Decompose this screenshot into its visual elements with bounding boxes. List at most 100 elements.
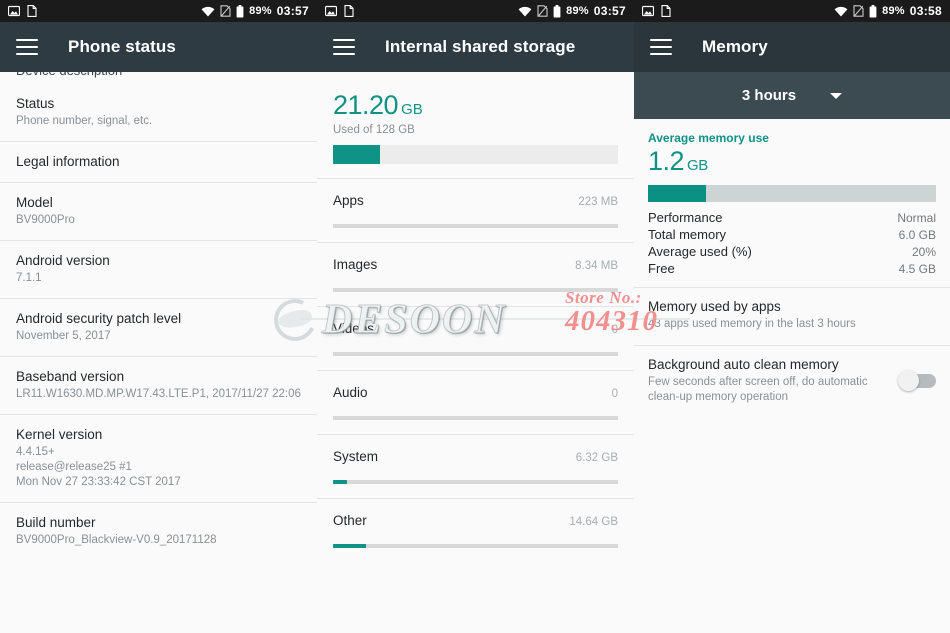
settings-row[interactable]: Model BV9000Pro: [0, 182, 317, 240]
image-icon: [642, 5, 654, 17]
storage-used-value: 21.20 GB: [333, 90, 423, 120]
settings-row-title: Status: [16, 96, 55, 111]
memory-used-by-apps-sub: 43 apps used memory in the last 3 hours: [648, 318, 856, 330]
storage-category-value: 6.32 GB: [575, 452, 618, 464]
document-icon: [344, 5, 354, 17]
document-icon: [27, 5, 37, 17]
battery-percent: 89%: [566, 5, 589, 17]
settings-row[interactable]: Android version 7.1.1: [0, 240, 317, 298]
chevron-down-icon: [830, 92, 843, 99]
phone-status-list: Status Phone number, signal, etc. Legal in…: [0, 84, 317, 560]
settings-row-subtitle: 7.1.1: [16, 272, 42, 284]
status-bar-right-icons: 89% 03:57: [518, 4, 626, 18]
settings-row-subtitle: 4.4.15+ release@release25 #1 Mon Nov 27 …: [16, 446, 181, 488]
app-bar: Memory: [634, 22, 950, 72]
settings-row-title: Build number: [16, 515, 96, 530]
panel-phone-status: 89% 03:57 Phone status Device descriptio…: [0, 0, 317, 633]
memory-stat-row: Free 4.5 GB: [648, 260, 936, 277]
clock: 03:57: [593, 4, 626, 18]
storage-category-progress-bar: [333, 416, 618, 420]
settings-row[interactable]: Legal information: [0, 141, 317, 182]
clipped-previous-item: Device description: [0, 72, 317, 84]
memory-used-by-apps-row[interactable]: Memory used by apps 43 apps used memory …: [634, 287, 950, 345]
battery-percent: 89%: [882, 5, 905, 17]
auto-clean-title: Background auto clean memory: [648, 357, 839, 372]
storage-category-row[interactable]: Other 14.64 GB: [317, 498, 634, 548]
settings-row-subtitle: BV9000Pro: [16, 214, 75, 226]
storage-category-progress-bar: [333, 480, 618, 484]
app-bar: Phone status: [0, 22, 317, 72]
battery-icon: [553, 4, 561, 18]
storage-category-name: Apps: [333, 193, 364, 208]
settings-row-subtitle: LR11.W1630.MD.MP.W17.43.LTE.P1, 2017/11/…: [16, 388, 301, 400]
storage-category-value: 0: [611, 388, 618, 400]
storage-category-name: System: [333, 449, 379, 464]
storage-category-name: Audio: [333, 385, 368, 400]
document-icon: [661, 5, 671, 17]
clock: 03:57: [276, 4, 309, 18]
hamburger-menu-icon[interactable]: [333, 39, 355, 55]
settings-row[interactable]: Kernel version 4.4.15+ release@release25 …: [0, 414, 317, 502]
memory-stat-value: 20%: [911, 245, 936, 259]
page-title: Memory: [702, 37, 768, 56]
status-bar: 89% 03:57: [0, 0, 317, 22]
storage-category-row[interactable]: Apps 223 MB: [317, 178, 634, 228]
settings-row-title: Legal information: [16, 154, 120, 169]
memory-stat-value: 6.0 GB: [898, 228, 936, 242]
time-range-label: 3 hours: [741, 87, 797, 104]
settings-row[interactable]: Android security patch level November 5, …: [0, 298, 317, 356]
status-bar-right-icons: 89% 03:57: [201, 4, 309, 18]
settings-row-title: Android security patch level: [16, 311, 182, 326]
background-auto-clean-row[interactable]: Background auto clean memory Few seconds…: [634, 345, 950, 418]
wifi-icon: [201, 6, 215, 17]
status-bar: 89% 03:57: [317, 0, 634, 22]
no-sim-icon: [537, 5, 548, 17]
auto-clean-toggle[interactable]: [898, 370, 936, 391]
wifi-icon: [518, 6, 532, 17]
memory-stat-value: Normal: [897, 211, 936, 225]
storage-category-row[interactable]: Images 8.34 MB: [317, 242, 634, 292]
memory-stat-key: Performance: [648, 210, 723, 225]
image-icon: [325, 5, 337, 17]
settings-row[interactable]: Baseband version LR11.W1630.MD.MP.W17.43.…: [0, 356, 317, 414]
settings-row-title: Model: [16, 195, 53, 210]
settings-row[interactable]: Status Phone number, signal, etc.: [0, 84, 317, 141]
memory-stat-key: Free: [648, 261, 675, 276]
storage-category-name: Other: [333, 513, 367, 528]
battery-icon: [236, 4, 244, 18]
storage-category-value: 0: [611, 324, 618, 336]
settings-row-subtitle: November 5, 2017: [16, 330, 111, 342]
time-range-spinner[interactable]: 3 hours: [634, 72, 950, 119]
settings-row-title: Android version: [16, 253, 110, 268]
no-sim-icon: [853, 5, 864, 17]
memory-body: Average memory use 1.2 GB Performance Norm…: [634, 119, 950, 418]
storage-category-value: 223 MB: [578, 196, 618, 208]
storage-category-progress-bar: [333, 288, 618, 292]
clock: 03:58: [909, 4, 942, 18]
image-icon: [8, 5, 20, 17]
page-title: Phone status: [68, 37, 176, 56]
storage-category-list: Apps 223 MB Images 8.34 MB Videos 0 Audio 0 Syst…: [317, 178, 634, 548]
settings-row-subtitle: BV9000Pro_Blackview-V0.9_20171128: [16, 534, 217, 546]
memory-summary: Average memory use 1.2 GB: [634, 119, 950, 202]
battery-icon: [869, 4, 877, 18]
app-bar: Internal shared storage: [317, 22, 634, 72]
storage-category-value: 14.64 GB: [569, 516, 618, 528]
storage-used-caption: Used of 128 GB: [333, 124, 415, 136]
panel-internal-shared-storage: 89% 03:57 Internal shared storage 21.20 G…: [317, 0, 634, 633]
hamburger-menu-icon[interactable]: [16, 39, 38, 55]
three-screenshot-collage: 89% 03:57 Phone status Device descriptio…: [0, 0, 950, 633]
storage-category-row[interactable]: Videos 0: [317, 306, 634, 356]
status-bar-right-icons: 89% 03:58: [834, 4, 942, 18]
status-bar-left-icons: [8, 5, 37, 17]
hamburger-menu-icon[interactable]: [650, 39, 672, 55]
storage-category-name: Images: [333, 257, 378, 272]
memory-stat-row: Performance Normal: [648, 209, 936, 226]
status-bar-left-icons: [325, 5, 354, 17]
storage-category-row[interactable]: System 6.32 GB: [317, 434, 634, 484]
storage-category-row[interactable]: Audio 0: [317, 370, 634, 420]
no-sim-icon: [220, 5, 231, 17]
memory-usage-progress-bar: [648, 185, 936, 202]
memory-used-by-apps-title: Memory used by apps: [648, 299, 781, 314]
settings-row[interactable]: Build number BV9000Pro_Blackview-V0.9_201…: [0, 502, 317, 560]
